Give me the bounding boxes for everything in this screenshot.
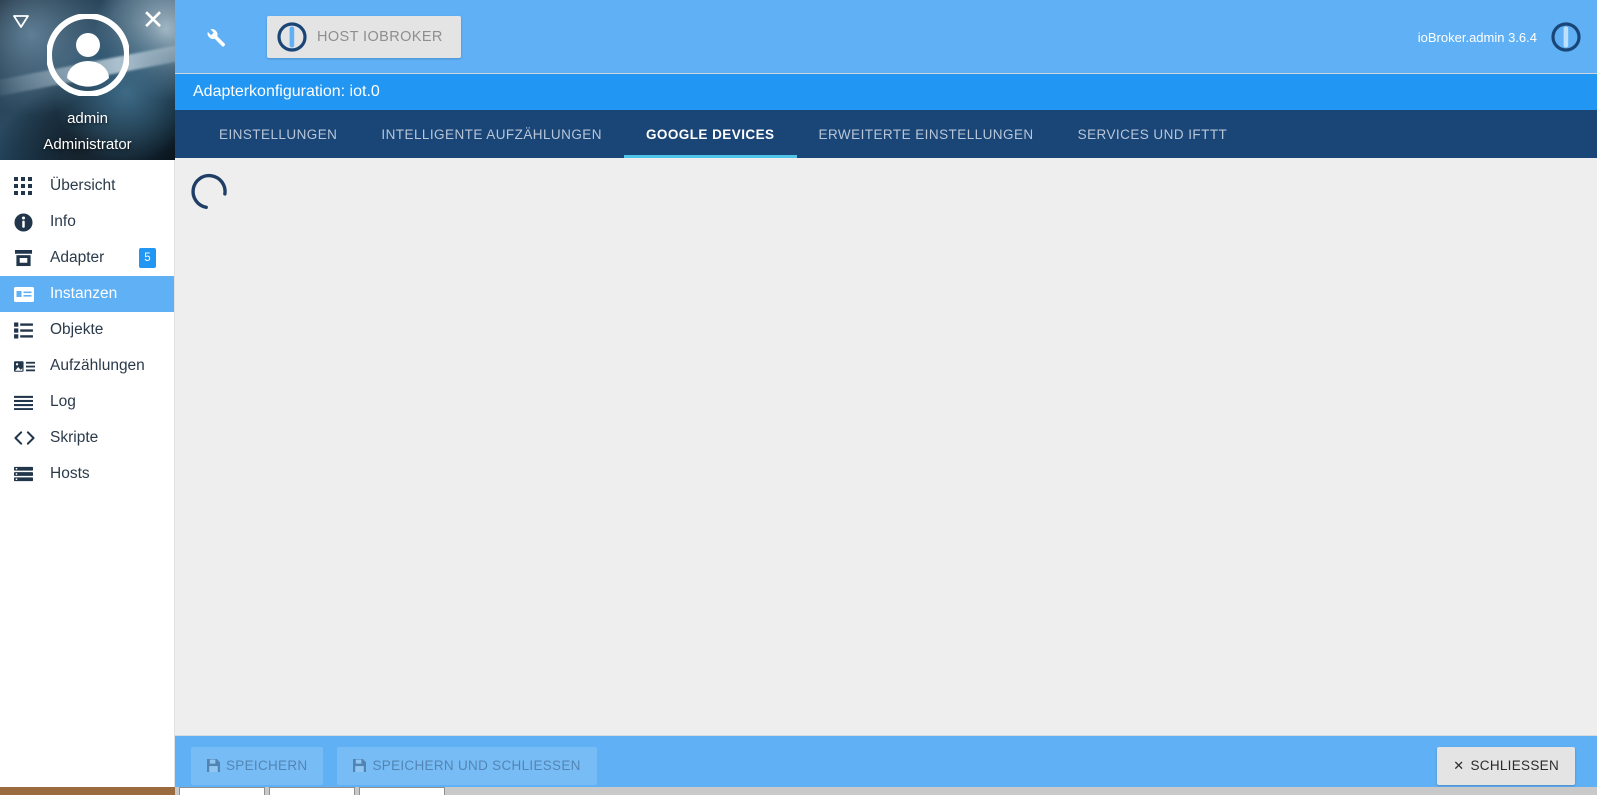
save-and-close-button-label: SPEICHERN UND SCHLIESSEN	[372, 758, 581, 773]
triangle-down-icon[interactable]	[8, 8, 34, 34]
tab-einstellungen[interactable]: EINSTELLUNGEN	[197, 110, 359, 158]
tab-erweiterte-einstellungen[interactable]: ERWEITERTE EINSTELLUNGEN	[797, 110, 1056, 158]
grid-icon	[14, 176, 36, 196]
list-icon	[14, 320, 36, 340]
main-area: HOST IOBROKER ioBroker.admin 3.6.4 Adapt…	[175, 0, 1597, 795]
topbar-right-group: ioBroker.admin 3.6.4	[1418, 0, 1581, 74]
sidebar-item-uebersicht[interactable]: Übersicht	[0, 168, 174, 204]
taskbar-item[interactable]	[359, 787, 445, 795]
tab-label: EINSTELLUNGEN	[219, 126, 338, 142]
sidebar-item-aufzaehlungen[interactable]: Aufzählungen	[0, 348, 174, 384]
user-name: admin	[67, 110, 108, 127]
config-tabbar: EINSTELLUNGEN INTELLIGENTE AUFZÄHLUNGEN …	[175, 110, 1597, 158]
lines-icon	[14, 392, 36, 412]
tab-label: ERWEITERTE EINSTELLUNGEN	[818, 126, 1034, 142]
code-icon	[14, 428, 36, 448]
sidebar-item-label: Log	[50, 393, 76, 410]
save-button[interactable]: SPEICHERN	[191, 746, 324, 785]
iobroker-logo-icon	[277, 21, 307, 52]
tab-content-panel	[175, 158, 1597, 735]
sidebar-item-label: Info	[50, 213, 76, 230]
close-button[interactable]: ✕ SCHLIESSEN	[1437, 746, 1575, 785]
sidebar-item-adapter[interactable]: Adapter 5	[0, 240, 174, 276]
sidebar-item-log[interactable]: Log	[0, 384, 174, 420]
card-icon	[14, 284, 36, 304]
sidebar-item-label: Objekte	[50, 321, 104, 338]
sidebar-nav: Übersicht Info Adapter 5 Instanzen Objek…	[0, 160, 174, 492]
sidebar-item-label: Instanzen	[50, 285, 118, 302]
host-button[interactable]: HOST IOBROKER	[267, 15, 461, 58]
user-panel: ✕ admin Administrator	[0, 0, 175, 160]
save-button-label: SPEICHERN	[226, 758, 308, 773]
info-icon	[14, 212, 36, 232]
sidebar-item-objekte[interactable]: Objekte	[0, 312, 174, 348]
tab-google-devices[interactable]: GOOGLE DEVICES	[623, 110, 797, 158]
server-icon	[14, 464, 36, 484]
taskbar-left-edge	[0, 787, 175, 795]
sidebar-item-info[interactable]: Info	[0, 204, 174, 240]
sidebar-item-label: Adapter	[50, 249, 105, 266]
tab-label: SERVICES UND IFTTT	[1077, 126, 1228, 142]
save-and-close-button[interactable]: SPEICHERN UND SCHLIESSEN	[337, 746, 597, 785]
enum-icon	[14, 356, 36, 376]
tab-intelligente-aufzaehlungen[interactable]: INTELLIGENTE AUFZÄHLUNGEN	[359, 110, 624, 158]
floppy-disk-icon	[353, 759, 367, 772]
taskbar-item[interactable]	[179, 787, 265, 795]
tab-label: GOOGLE DEVICES	[645, 126, 775, 142]
page-title: Adapterkonfiguration: iot.0	[175, 74, 1597, 110]
taskbar-item[interactable]	[269, 787, 355, 795]
sidebar-item-label: Aufzählungen	[50, 357, 145, 374]
user-avatar-icon	[45, 13, 130, 97]
bottom-action-bar: SPEICHERN SPEICHERN UND SCHLIESSEN ✕ SCH…	[175, 735, 1597, 795]
sidebar-item-label: Skripte	[50, 429, 99, 446]
power-icon[interactable]	[1551, 22, 1581, 52]
loading-spinner	[189, 172, 229, 212]
user-role: Administrator	[43, 136, 132, 153]
tab-label: INTELLIGENTE AUFZÄHLUNGEN	[381, 126, 602, 142]
close-button-label: SCHLIESSEN	[1470, 758, 1559, 773]
host-button-label: HOST IOBROKER	[317, 28, 443, 45]
top-toolbar: HOST IOBROKER ioBroker.admin 3.6.4	[175, 0, 1597, 74]
taskbar-sliver	[0, 787, 1597, 795]
close-x-icon: ✕	[1453, 758, 1465, 773]
adapter-update-badge: 5	[139, 248, 156, 268]
close-icon[interactable]: ✕	[139, 6, 167, 34]
sidebar-item-skripte[interactable]: Skripte	[0, 420, 174, 456]
wrench-icon[interactable]	[195, 17, 235, 57]
version-label: ioBroker.admin 3.6.4	[1417, 29, 1537, 45]
floppy-disk-icon	[207, 759, 220, 772]
tab-services-und-ifttt[interactable]: SERVICES UND IFTTT	[1056, 110, 1250, 158]
sidebar: ✕ admin Administrator Übersicht Info Ada…	[0, 0, 175, 795]
sidebar-item-instanzen[interactable]: Instanzen	[0, 276, 174, 312]
sidebar-item-label: Übersicht	[50, 177, 116, 194]
sidebar-item-hosts[interactable]: Hosts	[0, 456, 174, 492]
iobroker-admin-window: ✕ admin Administrator Übersicht Info Ada…	[0, 0, 1597, 795]
store-icon	[14, 248, 36, 268]
sidebar-item-label: Hosts	[50, 465, 90, 482]
